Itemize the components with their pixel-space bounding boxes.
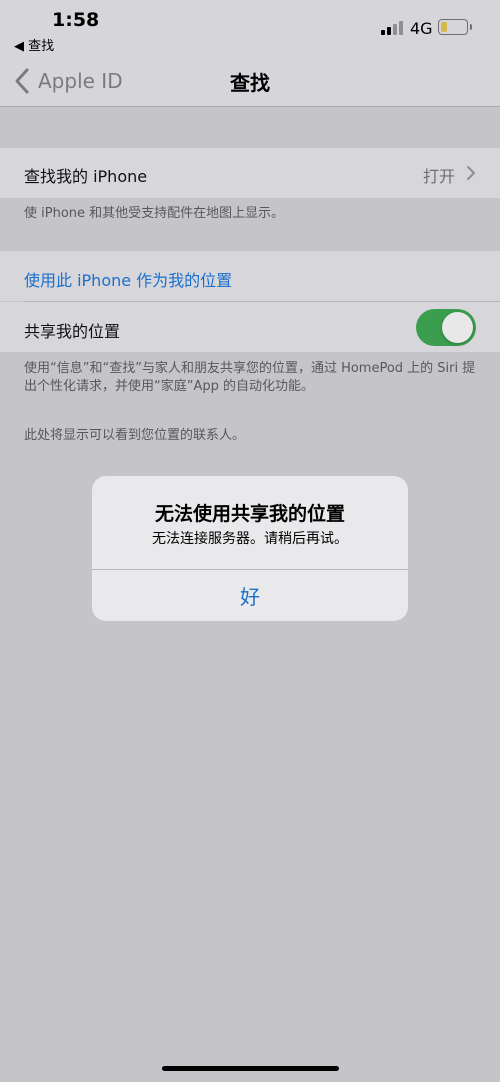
page-title: 查找	[230, 71, 270, 95]
alert-message: 无法连接服务器。请稍后再试。	[152, 531, 348, 547]
header-separator	[0, 106, 500, 107]
find-my-iphone-footnote: 使 iPhone 和其他受支持配件在地图上显示。	[24, 206, 285, 221]
signal-icon	[381, 21, 407, 35]
find-my-iphone-row[interactable]: 查找我的 iPhone 打开	[0, 148, 500, 198]
battery-level	[441, 22, 447, 32]
use-this-iphone-row[interactable]: 使用此 iPhone 作为我的位置	[0, 251, 500, 301]
alert-title: 无法使用共享我的位置	[154, 503, 345, 525]
share-location-row: 共享我的位置	[0, 302, 500, 352]
share-location-toggle[interactable]	[416, 309, 476, 346]
find-my-iphone-label: 查找我的 iPhone	[24, 167, 148, 186]
toggle-knob	[442, 312, 473, 343]
alert-dialog: 无法使用共享我的位置 无法连接服务器。请稍后再试。 好	[92, 476, 408, 621]
use-this-iphone-link[interactable]: 使用此 iPhone 作为我的位置	[24, 267, 232, 291]
alert-ok-button[interactable]: 好	[92, 570, 408, 621]
status-time: 1:58	[52, 9, 100, 31]
carrier-label: 4G	[410, 19, 433, 38]
back-to-app-button[interactable]: ◀ 查找	[14, 35, 54, 54]
chevron-right-icon	[467, 166, 475, 180]
find-my-iphone-value: 打开	[422, 167, 455, 186]
share-location-label: 共享我的位置	[24, 322, 121, 341]
battery-icon	[438, 19, 472, 35]
share-location-footnote: 使用“信息”和“查找”与家人和朋友共享您的位置，通过 HomePod 上的 Si…	[24, 361, 476, 394]
home-indicator[interactable]	[162, 1066, 339, 1071]
contacts-note: 此处将显示可以看到您位置的联系人。	[24, 428, 246, 443]
